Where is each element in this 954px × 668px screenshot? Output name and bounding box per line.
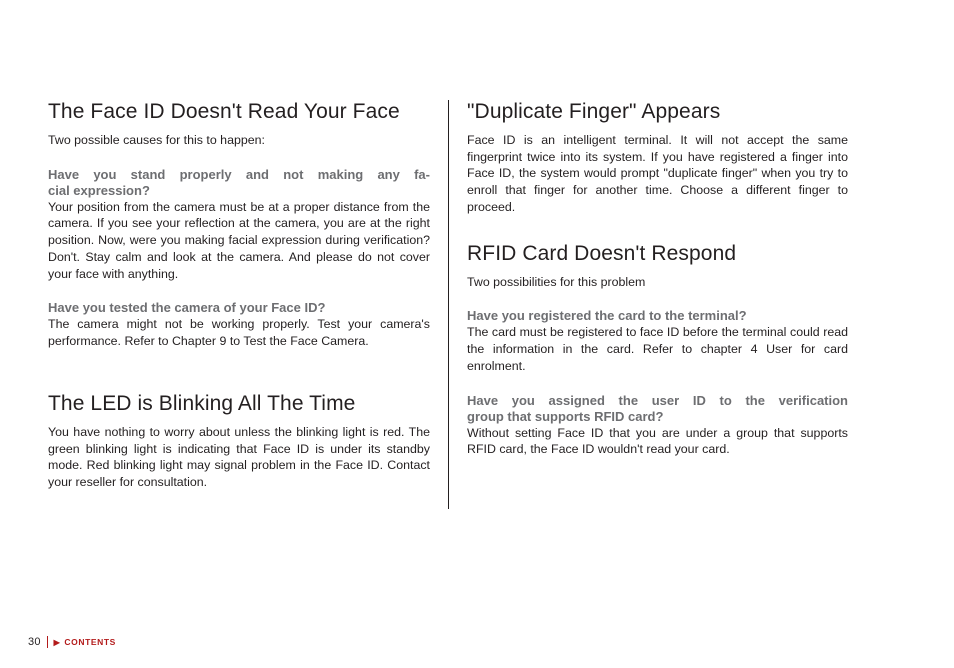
heading-face-id-not-read: The Face ID Doesn't Read Your Face <box>48 100 430 124</box>
contents-label: CONTENTS <box>64 637 116 647</box>
footer: 30 ▶ CONTENTS <box>28 636 116 648</box>
heading-led-blinking: The LED is Blinking All The Time <box>48 392 430 416</box>
page-number: 30 <box>28 636 48 648</box>
page-content: The Face ID Doesn't Read Your Face Two p… <box>48 100 906 509</box>
body-assigned-user: Without setting Face ID that you are und… <box>467 425 848 458</box>
intro-text: Two possible causes for this to happen: <box>48 132 430 149</box>
right-column: "Duplicate Finger" Appears Face ID is an… <box>448 100 848 509</box>
body-led-blinking: You have nothing to worry about unless t… <box>48 424 430 491</box>
subhead-registered-card: Have you registered the card to the term… <box>467 308 848 323</box>
intro-rfid: Two possibilities for this problem <box>467 274 848 291</box>
body-tested-camera: The camera might not be working properly… <box>48 316 430 349</box>
contents-link[interactable]: ▶ CONTENTS <box>48 637 116 647</box>
left-column: The Face ID Doesn't Read Your Face Two p… <box>48 100 448 509</box>
body-duplicate-finger: Face ID is an intelligent terminal. It w… <box>467 132 848 216</box>
subhead-stand-properly-line1: Have you stand properly and not making a… <box>48 167 430 182</box>
subhead-assigned-user-line2: group that supports RFID card? <box>467 409 848 424</box>
body-registered-card: The card must be registered to face ID b… <box>467 324 848 374</box>
heading-duplicate-finger: "Duplicate Finger" Appears <box>467 100 848 124</box>
subhead-stand-properly-line2: cial expression? <box>48 183 430 198</box>
heading-rfid-card: RFID Card Doesn't Respond <box>467 242 848 266</box>
body-stand-properly: Your position from the camera must be at… <box>48 199 430 283</box>
arrow-right-icon: ▶ <box>54 638 61 647</box>
subhead-tested-camera: Have you tested the camera of your Face … <box>48 300 430 315</box>
subhead-assigned-user-line1: Have you assigned the user ID to the ver… <box>467 393 848 408</box>
